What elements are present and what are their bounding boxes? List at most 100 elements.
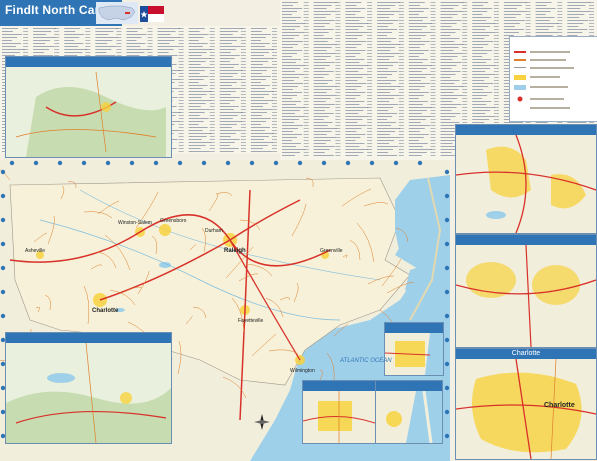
index-grid-ref — [398, 131, 404, 132]
index-grid-ref — [367, 107, 373, 108]
index-grid-ref — [335, 53, 341, 54]
index-entry — [282, 71, 295, 72]
index-grid-ref — [462, 71, 468, 72]
index-entry — [250, 43, 270, 44]
index-entry — [282, 119, 299, 120]
index-grid-ref — [335, 128, 341, 129]
index-grid-ref — [430, 5, 436, 6]
index-grid-ref — [335, 116, 341, 117]
index-grid-ref — [398, 59, 404, 60]
index-grid-ref — [493, 71, 499, 72]
index-grid-ref — [430, 116, 436, 117]
index-grid-ref — [178, 136, 184, 137]
index-entry — [157, 46, 179, 47]
index-grid-ref — [493, 8, 499, 9]
inset-charlotte[interactable]: Charlotte Charlotte — [455, 348, 597, 460]
index-entry — [219, 79, 242, 80]
index-grid-ref — [367, 68, 373, 69]
index-entry — [219, 61, 230, 62]
index-grid-ref — [398, 128, 404, 129]
index-entry — [219, 124, 237, 125]
index-entry — [377, 113, 398, 114]
inset-mountain-area[interactable] — [5, 332, 172, 444]
index-entry — [126, 34, 147, 35]
index-grid-ref — [589, 29, 594, 30]
index-grid-ref — [272, 124, 277, 125]
index-grid-ref — [303, 104, 309, 105]
index-grid-ref — [23, 40, 29, 41]
index-entry — [282, 149, 305, 150]
index-entry — [250, 79, 266, 80]
index-grid-ref — [398, 11, 404, 12]
index-grid-ref — [589, 26, 594, 27]
index-entry — [282, 134, 302, 135]
city-label-greenville: Greenville — [320, 248, 343, 254]
index-entry — [408, 26, 427, 27]
index-entry — [408, 20, 423, 21]
index-entry — [188, 139, 202, 140]
inset-fayetteville[interactable] — [302, 380, 376, 444]
index-entry — [345, 53, 361, 54]
index-entry — [250, 70, 267, 71]
index-entry — [188, 109, 210, 110]
index-grid-ref — [240, 115, 246, 116]
index-entry — [313, 5, 332, 6]
index-entry — [408, 44, 425, 45]
index-grid-ref — [462, 47, 468, 48]
index-grid-ref — [303, 119, 309, 120]
inset-wilmington[interactable] — [384, 322, 444, 376]
index-grid-ref — [398, 8, 404, 9]
index-entry — [377, 23, 394, 24]
index-grid-ref — [493, 119, 499, 120]
index-grid-ref — [147, 28, 153, 29]
index-grid-ref — [462, 2, 468, 3]
index-entry — [188, 67, 210, 68]
index-entry — [282, 92, 302, 93]
inset-triad[interactable] — [455, 234, 597, 348]
index-grid-ref — [178, 88, 184, 89]
index-grid-ref — [209, 121, 215, 122]
index-entry — [408, 77, 426, 78]
index-grid-ref — [398, 17, 404, 18]
index-grid-ref — [398, 35, 404, 36]
index-entry — [377, 80, 397, 81]
index-entry — [219, 115, 238, 116]
index-entry — [377, 44, 401, 45]
inset-western-nc[interactable] — [5, 56, 172, 158]
index-grid-ref — [430, 44, 436, 45]
index-entry — [2, 52, 20, 53]
index-grid-ref — [398, 29, 404, 30]
index-grid-ref — [557, 17, 563, 18]
index-entry — [313, 53, 336, 54]
index-grid-ref — [303, 80, 309, 81]
index-grid-ref — [209, 43, 215, 44]
inset-triangle[interactable] — [455, 124, 597, 234]
index-grid-ref — [398, 134, 404, 135]
index-entry — [408, 65, 432, 66]
index-grid-ref — [240, 97, 246, 98]
index-entry — [377, 131, 396, 132]
index-grid-ref — [430, 152, 436, 153]
index-grid-ref — [430, 59, 436, 60]
index-entry — [535, 8, 556, 9]
us-locator-icon — [96, 2, 138, 24]
index-grid-ref — [493, 110, 499, 111]
inset-outer-banks[interactable] — [375, 380, 443, 444]
index-entry — [472, 26, 491, 27]
index-grid-ref — [398, 5, 404, 6]
index-grid-ref — [116, 34, 122, 35]
index-entry — [472, 41, 494, 42]
index-grid-ref — [178, 112, 184, 113]
index-entry — [64, 49, 88, 50]
index-entry — [535, 11, 551, 12]
index-entry — [472, 113, 486, 114]
index-grid-ref — [178, 145, 184, 146]
index-grid-ref — [209, 100, 215, 101]
index-entry — [377, 41, 392, 42]
index-grid-ref — [430, 131, 436, 132]
index-grid-ref — [462, 101, 468, 102]
index-grid-ref — [272, 142, 277, 143]
index-grid-ref — [367, 101, 373, 102]
index-grid-ref — [398, 14, 404, 15]
index-grid-ref — [209, 58, 215, 59]
